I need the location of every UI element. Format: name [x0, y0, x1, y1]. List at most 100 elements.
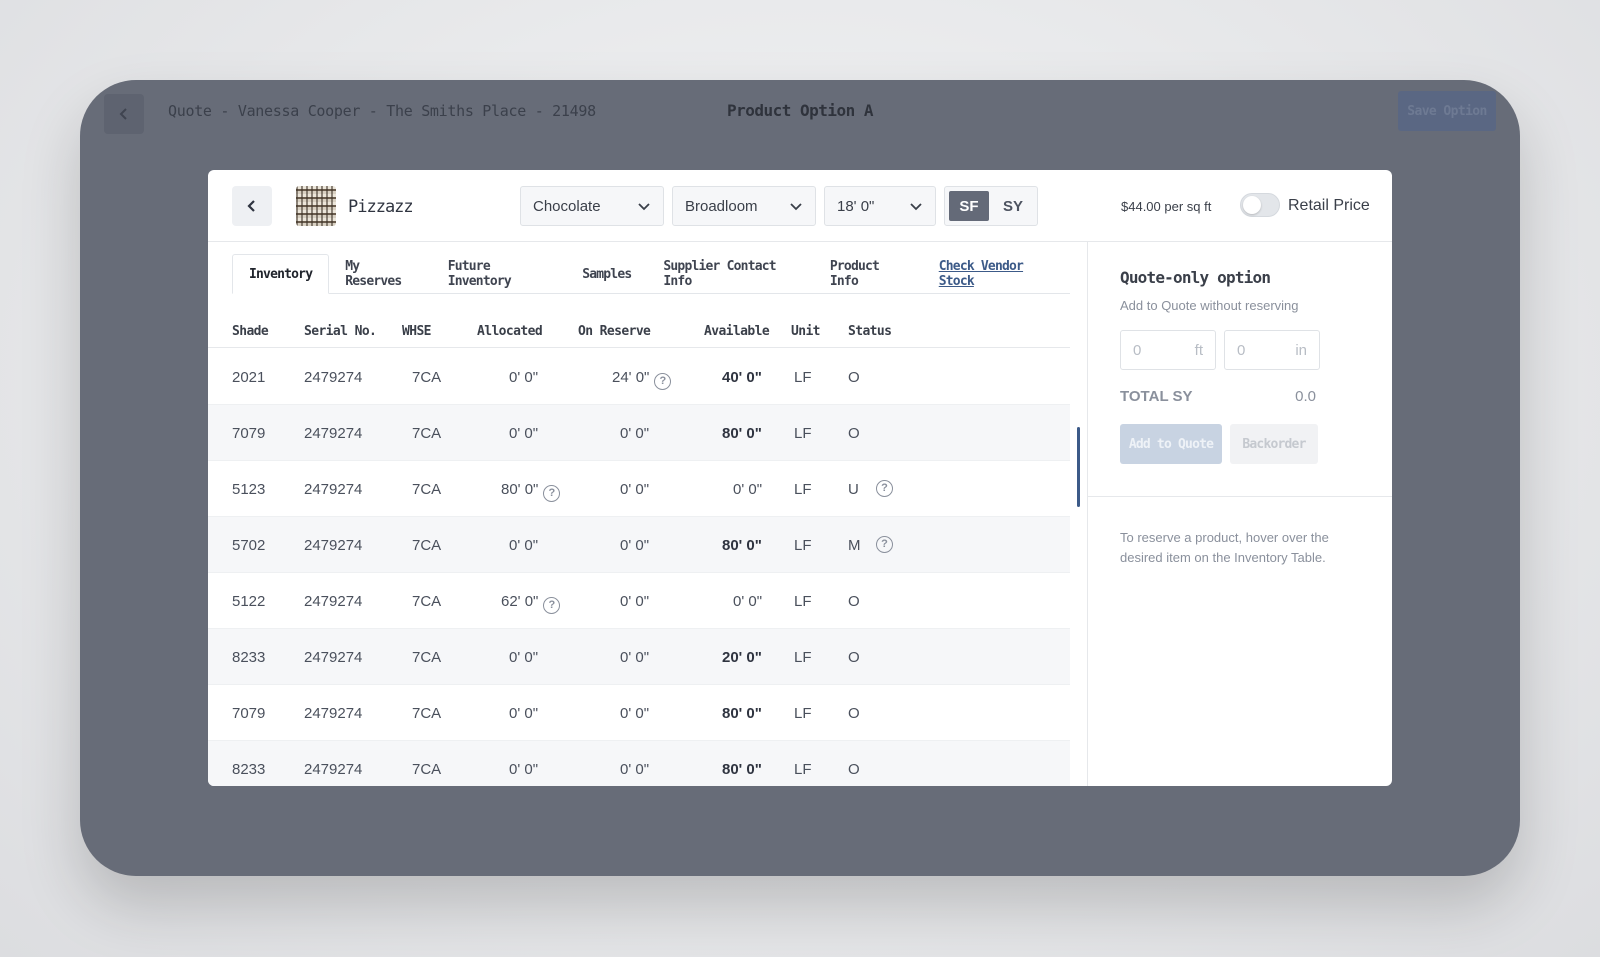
- inches-unit: in: [1295, 341, 1307, 359]
- total-sy-value: 0.0: [1295, 388, 1316, 405]
- tab-inventory[interactable]: Inventory: [232, 254, 330, 294]
- cell-shade-text: 5123: [232, 481, 266, 498]
- cell-whse-text: 7CA: [412, 761, 442, 778]
- tab-my-reserves[interactable]: My Reserves: [329, 254, 431, 294]
- status-help-icon[interactable]: ?: [876, 480, 893, 497]
- table-row[interactable]: 8233 2479274 7CA 0' 0" 0' 0" 20' 0" LF O: [208, 629, 1070, 685]
- cell-allocated-text: 80' 0": [501, 481, 539, 498]
- feet-unit: ft: [1194, 341, 1203, 359]
- cell-status: O: [848, 649, 860, 666]
- cell-on-reserve-text: 0' 0": [620, 481, 650, 498]
- modal-back-button[interactable]: [232, 186, 272, 226]
- cell-allocated: 0' 0": [509, 649, 538, 666]
- chevron-down-icon: [910, 203, 922, 211]
- cell-whse: 7CA: [412, 481, 441, 498]
- help-icon[interactable]: ?: [543, 597, 561, 614]
- cell-whse-text: 7CA: [412, 425, 442, 442]
- table-scrollbar[interactable]: [1077, 427, 1080, 507]
- cell-allocated-text: 0' 0": [509, 425, 539, 442]
- quote-option-title: Quote-only option: [1120, 268, 1271, 287]
- cell-whse-text: 7CA: [412, 593, 442, 610]
- product-name: Pizzazz: [348, 197, 414, 217]
- cell-on-reserve-text: 0' 0": [620, 425, 650, 442]
- cell-allocated: 0' 0": [509, 705, 538, 722]
- col-status[interactable]: Status: [848, 324, 892, 339]
- cell-shade-text: 7079: [232, 705, 266, 722]
- cell-on-reserve: 0' 0": [620, 537, 649, 554]
- cell-available: 0' 0": [733, 593, 762, 610]
- cell-available-text: 0' 0": [733, 481, 763, 498]
- cell-whse-text: 7CA: [412, 537, 442, 554]
- cell-shade-text: 7079: [232, 425, 266, 442]
- cell-status: O: [848, 593, 860, 610]
- cell-unit-text: LF: [794, 481, 812, 498]
- cell-status: O: [848, 761, 860, 778]
- cell-on-reserve-text: 0' 0": [620, 649, 650, 666]
- col-allocated[interactable]: Allocated: [477, 324, 543, 339]
- cell-available: 80' 0": [722, 705, 762, 722]
- quote-option-subtitle: Add to Quote without reserving: [1120, 298, 1299, 313]
- table-row[interactable]: 5123 2479274 7CA 80' 0"? 0' 0" 0' 0" LF U?: [208, 461, 1070, 517]
- cell-whse-text: 7CA: [412, 649, 442, 666]
- table-row[interactable]: 5702 2479274 7CA 0' 0" 0' 0" 80' 0" LF M?: [208, 517, 1070, 573]
- retail-price-toggle[interactable]: [1240, 193, 1280, 217]
- cell-unit-text: LF: [794, 705, 812, 722]
- cell-unit: LF: [794, 481, 812, 498]
- cell-status-text: U: [848, 481, 859, 498]
- cell-available-text: 40' 0": [722, 369, 762, 386]
- cell-shade: 5122: [232, 593, 265, 610]
- status-help-icon[interactable]: ?: [876, 536, 893, 553]
- tab-supplier-contact-info[interactable]: Supplier Contact Info: [647, 254, 814, 294]
- feet-placeholder: 0: [1133, 341, 1142, 359]
- tab-future-inventory[interactable]: Future Inventory: [432, 254, 566, 294]
- cell-on-reserve-text: 0' 0": [620, 593, 650, 610]
- col-available[interactable]: Available: [704, 324, 770, 339]
- chevron-left-icon: [247, 200, 255, 212]
- cell-on-reserve: 0' 0": [620, 425, 649, 442]
- cell-shade-text: 8233: [232, 649, 266, 666]
- table-row[interactable]: 8233 2479274 7CA 0' 0" 0' 0" 80' 0" LF O: [208, 741, 1070, 786]
- top-bar: Quote - Vanessa Cooper - The Smiths Plac…: [80, 80, 1520, 140]
- tab-product-info[interactable]: Product Info: [814, 254, 923, 294]
- col-whse[interactable]: WHSE: [402, 324, 432, 339]
- backorder-button[interactable]: Backorder: [1230, 424, 1318, 464]
- unit-sf-button[interactable]: SF: [949, 191, 989, 221]
- col-unit[interactable]: Unit: [791, 324, 821, 339]
- cell-unit-text: LF: [794, 761, 812, 778]
- check-vendor-stock-link[interactable]: Check Vendor Stock: [923, 254, 1070, 294]
- width-select[interactable]: 18' 0": [824, 186, 936, 226]
- cell-serial: 2479274: [304, 649, 362, 666]
- table-row[interactable]: 5122 2479274 7CA 62' 0"? 0' 0" 0' 0" LF O: [208, 573, 1070, 629]
- cell-serial-text: 2479274: [304, 649, 363, 666]
- col-shade[interactable]: Shade: [232, 324, 269, 339]
- table-row[interactable]: 7079 2479274 7CA 0' 0" 0' 0" 80' 0" LF O: [208, 685, 1070, 741]
- color-select[interactable]: Chocolate: [520, 186, 664, 226]
- type-select[interactable]: Broadloom: [672, 186, 816, 226]
- cell-whse: 7CA: [412, 425, 441, 442]
- col-serial[interactable]: Serial No.: [304, 324, 377, 339]
- table-row[interactable]: 7079 2479274 7CA 0' 0" 0' 0" 80' 0" LF O: [208, 405, 1070, 461]
- cell-whse: 7CA: [412, 761, 441, 778]
- cell-on-reserve-text: 24' 0": [612, 369, 650, 386]
- save-option-button[interactable]: Save Option: [1398, 91, 1496, 131]
- cell-available-text: 80' 0": [722, 705, 762, 722]
- table-row[interactable]: 2021 2479274 7CA 0' 0" 24' 0"? 40' 0" LF O: [208, 349, 1070, 405]
- cell-whse-text: 7CA: [412, 481, 442, 498]
- tab-samples[interactable]: Samples: [566, 254, 647, 294]
- quote-panel: Quote-only option Add to Quote without r…: [1087, 242, 1392, 786]
- add-to-quote-button[interactable]: Add to Quote: [1120, 424, 1222, 464]
- unit-sy-button[interactable]: SY: [993, 191, 1033, 221]
- cell-serial-text: 2479274: [304, 481, 363, 498]
- inches-input[interactable]: 0 in: [1224, 330, 1320, 370]
- col-on-reserve[interactable]: On Reserve: [578, 324, 651, 339]
- cell-available: 80' 0": [722, 425, 762, 442]
- help-icon[interactable]: ?: [543, 485, 561, 502]
- cell-on-reserve: 0' 0": [620, 593, 649, 610]
- feet-input[interactable]: 0 ft: [1120, 330, 1216, 370]
- cell-serial: 2479274: [304, 537, 362, 554]
- unit-toggle: SF SY: [944, 186, 1038, 226]
- cell-status-text: O: [848, 593, 860, 610]
- cell-on-reserve-text: 0' 0": [620, 537, 650, 554]
- help-icon[interactable]: ?: [654, 373, 672, 390]
- cell-available: 80' 0": [722, 761, 762, 778]
